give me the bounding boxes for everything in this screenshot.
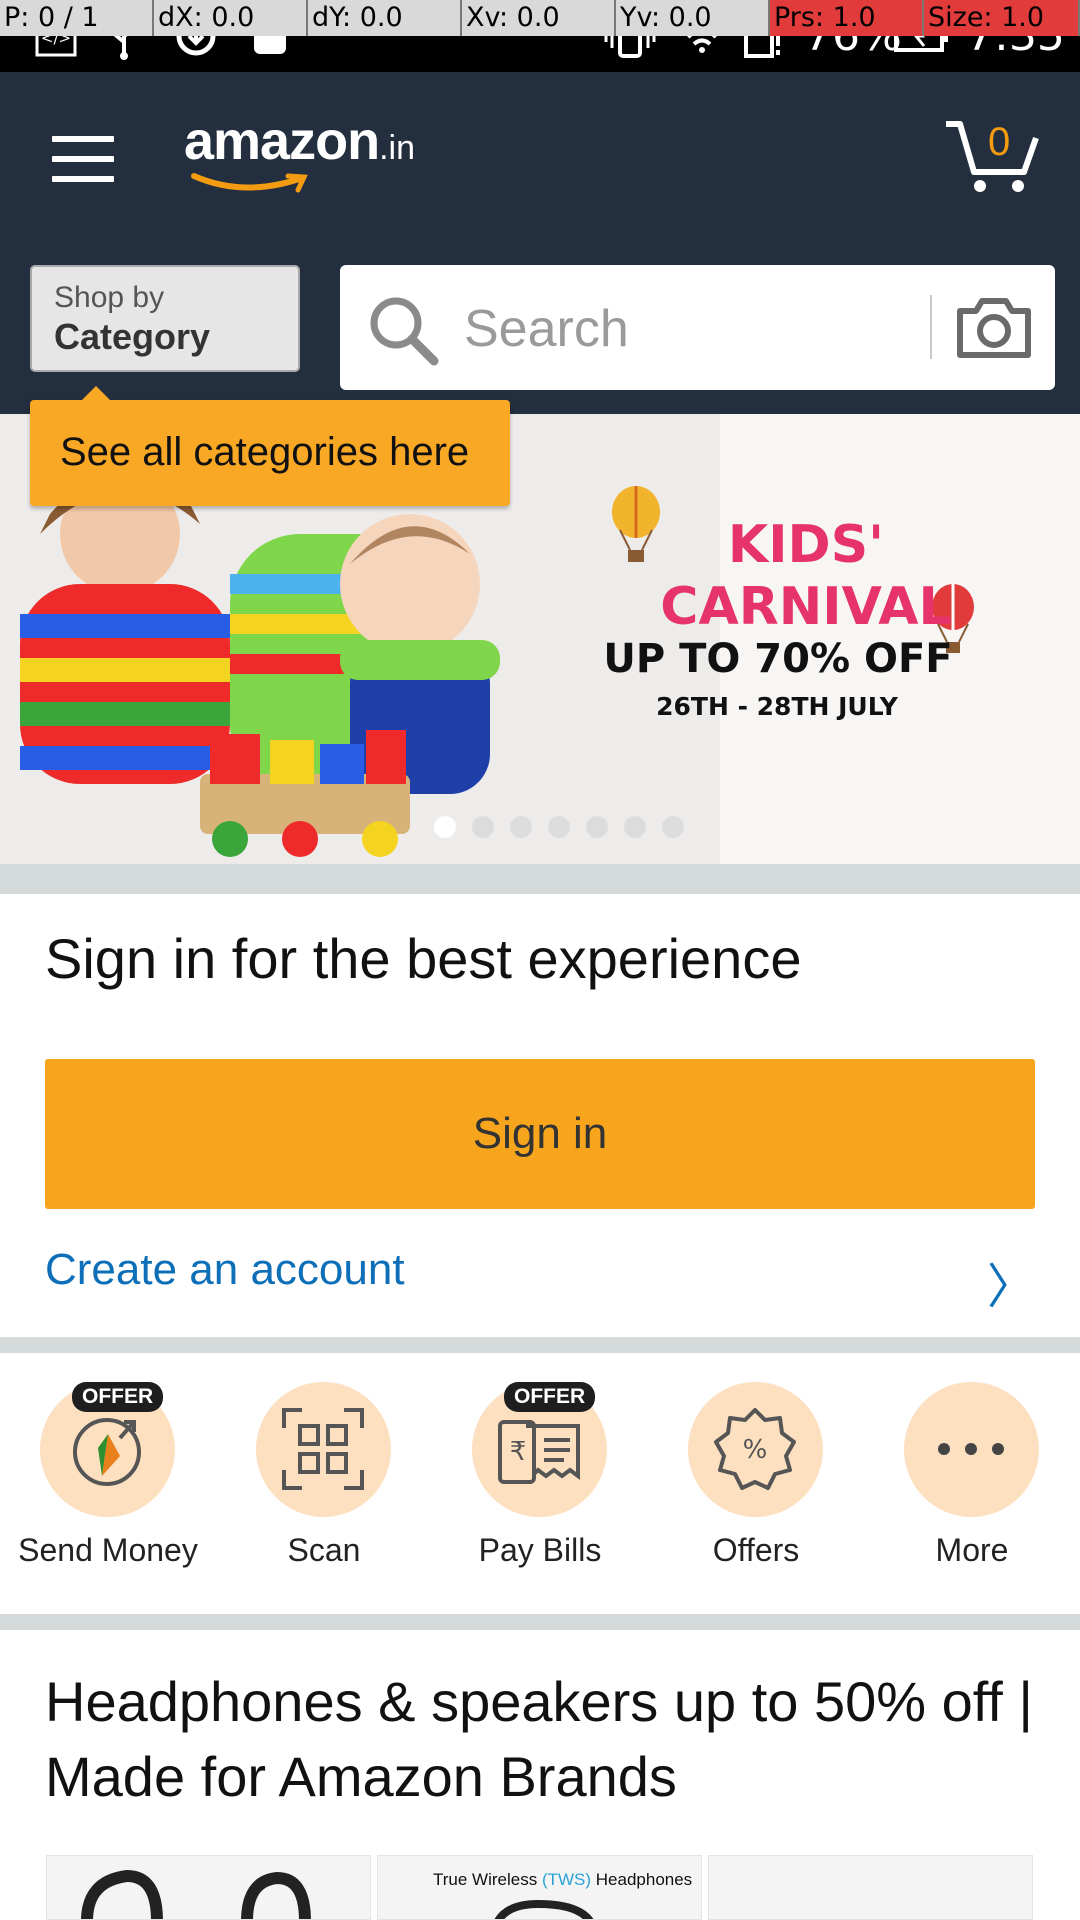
banner-title-line2: CARNIVAL [660,577,952,637]
percent-badge-icon: % [688,1382,823,1517]
product-strip: True Wireless (TWS) Headphones [46,1855,1033,1920]
pay-bills-label: Pay Bills [478,1532,602,1568]
earbuds-case-image [494,1899,594,1919]
debug-size: Size: 1.0 [924,0,1080,36]
headphones-image [81,1869,311,1919]
carousel-dot[interactable] [510,816,532,838]
hamburger-menu-icon[interactable] [52,136,116,182]
debug-xv: Xv: 0.0 [462,0,616,36]
product-card[interactable] [46,1855,371,1920]
cart-button[interactable]: 0 [944,116,1040,196]
pay-bills-button[interactable]: OFFER ₹ Pay Bills [440,1352,640,1592]
camera-icon[interactable] [954,293,1034,361]
banner-dates: 26TH - 28TH JULY [656,692,898,721]
debug-dx: dX: 0.0 [154,0,308,36]
section-divider [0,1337,1080,1353]
tooltip-text: See all categories here [60,430,470,474]
cart-count: 0 [988,120,1011,164]
carousel-dot[interactable] [434,816,456,838]
shop-by-category-button[interactable]: Shop by Category [30,265,300,372]
logo-suffix: .in [379,129,415,167]
status-bar: </> 76% 7:35 P: 0 / 1 dX: 0.0 dY: 0.0 Xv… [0,0,1080,72]
svg-text:₹: ₹ [510,1437,527,1467]
create-account-link[interactable]: Create an account 〉 [45,1245,1035,1315]
offer-badge: OFFER [504,1382,596,1412]
smile-arrow-icon [191,173,308,193]
banner-title: KIDS' CARNIVAL [606,514,1006,638]
offer-badge: OFFER [72,1382,164,1412]
carousel-dot[interactable] [548,816,570,838]
product-card[interactable]: True Wireless (TWS) Headphones [377,1855,702,1920]
more-icon [904,1382,1039,1517]
section-divider [0,864,1080,894]
debug-prs: Prs: 1.0 [770,0,924,36]
more-label: More [935,1532,1009,1568]
banner-title-line1: KIDS' [727,515,885,575]
search-divider [930,295,932,359]
search-placeholder: Search [464,300,629,358]
debug-pointer: P: 0 / 1 [0,0,154,36]
svg-text:%: % [743,1435,768,1465]
create-account-label: Create an account [45,1245,405,1294]
debug-yv: Yv: 0.0 [616,0,770,36]
amazon-logo[interactable]: amazon.in [184,110,444,200]
section-divider [0,1614,1080,1630]
debug-dy: dY: 0.0 [308,0,462,36]
carousel-dot[interactable] [472,816,494,838]
scan-qr-icon [256,1382,391,1517]
quick-actions: OFFER Send Money Scan OFFER ₹ Pay Bills … [0,1352,1080,1614]
signin-button-label: Sign in [472,1109,608,1158]
more-button[interactable]: More [872,1352,1072,1592]
carousel-dot[interactable] [662,816,684,838]
search-input[interactable]: Search [340,265,1055,390]
offers-label: Offers [712,1532,800,1568]
send-money-label: Send Money [18,1532,198,1568]
shop-by-label: Shop by [54,281,165,314]
scan-button[interactable]: Scan [224,1352,424,1592]
carousel-dot[interactable] [624,816,646,838]
scan-label: Scan [287,1532,361,1568]
category-label: Category [54,316,211,357]
logo-text: amazon [184,111,380,171]
send-money-button[interactable]: OFFER Send Money [8,1352,208,1592]
chevron-right-icon: 〉 [986,1259,1035,1315]
carousel-dot[interactable] [586,816,608,838]
signin-title: Sign in for the best experience [45,927,802,990]
categories-tooltip[interactable]: See all categories here [30,386,510,506]
banner-offer: UP TO 70% OFF [603,636,953,682]
app-header: amazon.in 0 Shop by Category Search [0,72,1080,414]
product-card[interactable] [708,1855,1033,1920]
offers-button[interactable]: % Offers [656,1352,856,1592]
signin-button[interactable]: Sign in [45,1059,1035,1209]
deals-title: Headphones & speakers up to 50% off | Ma… [45,1670,1033,1808]
search-icon [370,297,439,366]
